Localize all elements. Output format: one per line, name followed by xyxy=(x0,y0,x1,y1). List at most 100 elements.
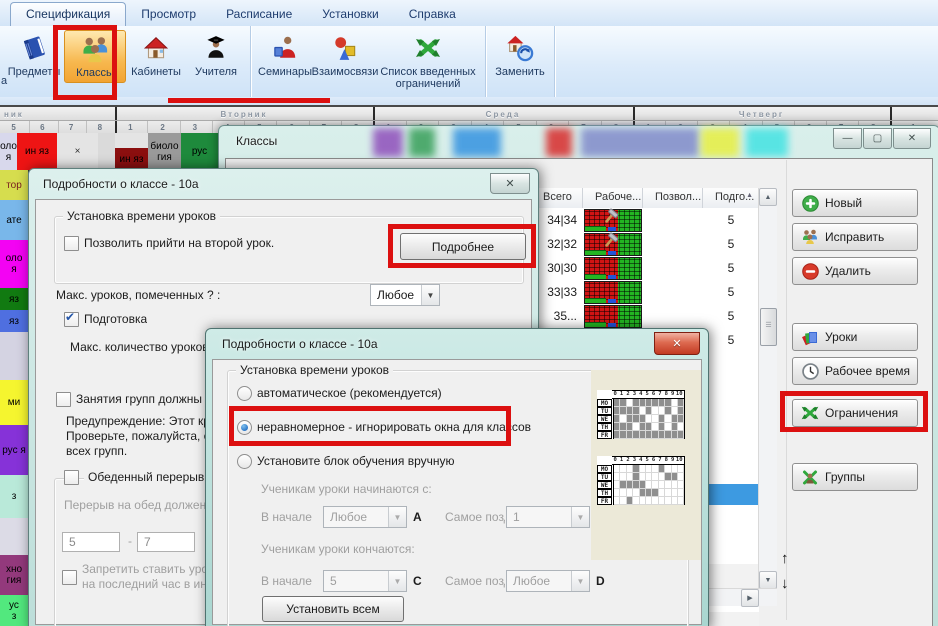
table-row[interactable]: 35...5 xyxy=(531,304,759,328)
lunch-break-checkbox[interactable] xyxy=(64,470,79,485)
timetable-cell[interactable]: ин яз xyxy=(17,133,58,172)
radio-option-0[interactable] xyxy=(237,386,252,401)
grid-strip xyxy=(585,322,606,327)
timetable-cell[interactable]: рус я xyxy=(0,425,29,477)
toolbar-button-Учителя[interactable]: Учителя xyxy=(186,30,246,81)
toolbar-button-Взаимосвязи[interactable]: Взаимосвязи xyxy=(315,30,375,81)
close-button[interactable]: ✕ xyxy=(893,128,931,149)
tab-Справка[interactable]: Справка xyxy=(394,3,471,26)
scroll-down-icon[interactable]: ▼ xyxy=(759,571,777,589)
dialog1-close-button[interactable]: ✕ xyxy=(490,173,530,194)
grid-row: FR xyxy=(597,497,685,505)
panel-button-Уроки[interactable]: Уроки xyxy=(792,323,918,351)
toolbar-button-Семинары[interactable]: Семинары xyxy=(255,30,315,81)
scroll-right-icon[interactable]: ▶ xyxy=(741,589,759,607)
dialog2-close-button[interactable]: ✕ xyxy=(654,332,700,355)
grid-strip xyxy=(585,226,606,231)
check-icon: ✔ xyxy=(65,310,75,324)
row-b-label: Самое поздне xyxy=(445,510,505,524)
row-d-combobox[interactable]: Любое ▼ xyxy=(506,570,590,592)
prep-cell: 5 xyxy=(703,333,759,347)
scrollbar-thumb[interactable]: ☰ xyxy=(760,308,777,346)
timetable-cell[interactable] xyxy=(98,133,116,172)
grid-row-label: WE xyxy=(597,481,612,489)
minimize-icon: — xyxy=(843,133,853,144)
timetable-cell[interactable]: рус xyxy=(181,133,219,172)
toolbar-button-Список введенных ограничений[interactable]: Список введенных ограничений xyxy=(375,30,481,93)
prep-checkbox[interactable]: ✔ xyxy=(64,312,79,327)
combo-value: Любое xyxy=(371,288,421,302)
classes-window-title: Классы xyxy=(236,134,277,148)
row-a-combobox[interactable]: Любое ▼ xyxy=(323,506,407,528)
grid-row-label: TH xyxy=(597,489,612,497)
worktime-grid-image xyxy=(584,209,642,232)
toolbar-group: Заменить xyxy=(486,26,555,97)
grid-row-label: TH xyxy=(597,423,612,431)
period-number: 7 xyxy=(69,123,73,132)
apply-all-button[interactable]: Установить всем xyxy=(262,596,404,622)
timetable-cell[interactable]: ате xyxy=(0,200,29,242)
grid-strip xyxy=(585,298,606,303)
timetable-cell[interactable]: биология xyxy=(148,133,182,172)
panel-button-Новый[interactable]: Новый xyxy=(792,189,918,217)
maximize-button[interactable]: ▢ xyxy=(863,128,892,149)
toolbar-button-Кабинеты[interactable]: Кабинеты xyxy=(126,30,186,81)
max-marked-combobox[interactable]: Любое ▼ xyxy=(370,284,440,306)
move-down-arrow[interactable]: ↓ xyxy=(781,575,789,592)
scroll-up-icon[interactable]: ▲ xyxy=(759,188,777,206)
tab-Установки[interactable]: Установки xyxy=(307,3,393,26)
timetable-cell[interactable]: ми xyxy=(0,380,29,427)
table-row[interactable]: 32|325 xyxy=(531,232,759,256)
move-up-arrow[interactable]: ↑ xyxy=(781,550,789,567)
grid-cell xyxy=(678,497,684,505)
highlight-box-uneven xyxy=(229,406,511,446)
lunch-to-input[interactable]: 7 xyxy=(137,532,195,552)
timetable-cell[interactable]: хногия xyxy=(0,555,29,597)
chevron-down-icon: ▼ xyxy=(571,507,589,527)
tab-Спецификация[interactable]: Спецификация xyxy=(10,2,126,26)
tab-Расписание[interactable]: Расписание xyxy=(211,3,307,26)
second-lesson-checkbox[interactable] xyxy=(64,236,79,251)
tab-Просмотр[interactable]: Просмотр xyxy=(126,3,211,26)
timetable-cell[interactable] xyxy=(0,332,29,382)
timetable-cell[interactable]: тор xyxy=(0,170,29,202)
timetable-cell[interactable]: усз xyxy=(0,595,29,626)
radio-option-2[interactable] xyxy=(237,454,252,469)
timetable-cell[interactable]: яз xyxy=(0,288,29,312)
timetable-cell[interactable]: олоя xyxy=(0,133,18,172)
vertical-scrollbar[interactable]: ▲ ☰ ▼ xyxy=(758,188,777,588)
panel-button-Группы[interactable]: Группы xyxy=(792,463,918,491)
timetable-cell[interactable]: × xyxy=(57,133,99,172)
grid-cell xyxy=(678,481,684,489)
grid-cells xyxy=(613,423,685,431)
row-c-combobox[interactable]: 5 ▼ xyxy=(323,570,407,592)
forbid-last-hour-checkbox[interactable] xyxy=(62,570,77,585)
panel-button-label: Исправить xyxy=(825,230,884,244)
row-b-combobox[interactable]: 1 ▼ xyxy=(506,506,590,528)
house-sync-icon xyxy=(505,33,535,63)
ribbon-tail xyxy=(0,97,938,105)
timetable-cell[interactable] xyxy=(0,518,29,557)
row-d-label: Самое поздне xyxy=(445,574,505,588)
max-marked-label: Макс. уроков, помеченных ? : xyxy=(56,288,220,302)
table-header[interactable]: ВсегоРабоче...Позвол...Подго... xyxy=(531,188,759,209)
blurred-cell-behind-glass xyxy=(546,128,572,157)
table-row[interactable]: 34|345 xyxy=(531,208,759,232)
minimize-button[interactable]: — xyxy=(833,128,862,149)
panel-button-Исправить[interactable]: Исправить xyxy=(792,223,918,251)
panel-button-label: Рабочее время xyxy=(825,364,910,378)
grid-cell xyxy=(678,423,684,431)
timetable-cell[interactable]: олоя xyxy=(0,240,29,290)
timetable-cell[interactable]: яз xyxy=(0,310,29,334)
group-lessons-checkbox[interactable] xyxy=(56,392,71,407)
column-header-1[interactable]: Рабоче... xyxy=(583,188,643,208)
panel-button-Удалить[interactable]: Удалить xyxy=(792,257,918,285)
toolbar-button-Заменить[interactable]: Заменить xyxy=(490,30,550,81)
column-header-2[interactable]: Позвол... xyxy=(643,188,703,208)
panel-button-Рабочее время[interactable]: Рабочее время xyxy=(792,357,918,385)
lunch-from-input[interactable]: 5 xyxy=(62,532,120,552)
table-row[interactable]: 33|335 xyxy=(531,280,759,304)
worktime-grid-image xyxy=(584,233,642,256)
timetable-cell[interactable]: з xyxy=(0,475,29,520)
table-row[interactable]: 30|305 xyxy=(531,256,759,280)
